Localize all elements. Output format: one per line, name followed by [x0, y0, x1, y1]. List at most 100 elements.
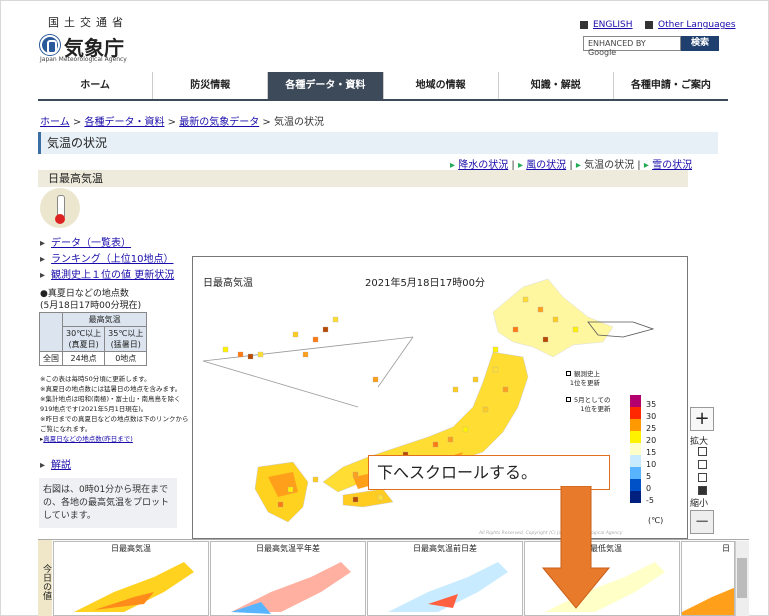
counts-title: ●真夏日などの地点数 — [40, 289, 129, 299]
temperature-map[interactable]: 日最高気温 2021年5月18日17時00分 観測史上 1位を更新 5月としての 1… — [192, 256, 688, 539]
nav-item-disaster[interactable]: 防災情報 — [153, 72, 269, 99]
nav-item-data[interactable]: 各種データ・資料 — [268, 72, 384, 99]
english-link-text[interactable]: ENGLISH — [593, 20, 633, 30]
station-marker — [552, 316, 559, 323]
nav-item-application[interactable]: 各種申請・ご案内 — [614, 72, 728, 99]
side-link-label[interactable]: データ（一覧表） — [51, 238, 131, 249]
side-link-label[interactable]: ランキング（上位10地点） — [51, 254, 173, 265]
notes: ※この表は毎時50分頃に更新します。 ※真夏日の地点数には猛暑日の地点を含みます… — [40, 374, 190, 444]
map-description: 右図は、0時01分から現在までの、各地の最高気温をプロットしています。 — [39, 478, 177, 528]
scale-label: 25 — [646, 424, 657, 433]
explain-link[interactable]: ▸ 解説 — [40, 456, 71, 471]
station-marker — [372, 376, 379, 383]
map-timestamp: 2021年5月18日17時00分 — [365, 278, 485, 289]
station-marker — [452, 386, 459, 393]
explain-link-label[interactable]: 解説 — [51, 460, 71, 471]
thumbnail-max-temp[interactable]: 日最高気温 — [53, 541, 209, 616]
other-languages-link[interactable]: Other Languages — [645, 20, 736, 30]
row-label: 全国 — [39, 351, 63, 366]
thumbnail-next[interactable]: 日 — [681, 541, 735, 616]
scale-swatch — [630, 395, 641, 407]
english-link[interactable]: ENGLISH — [580, 20, 633, 30]
zoom-in-button[interactable]: + — [690, 407, 714, 431]
breadcrumb: ホーム > 各種データ・資料 > 最新の気象データ > 気温の状況 — [40, 113, 324, 128]
scale-label: -5 — [646, 496, 654, 505]
legend-month-line2: 1位を更新 — [580, 405, 611, 413]
scale-swatch — [630, 479, 641, 491]
scale-label: 10 — [646, 460, 657, 469]
breadcrumb-latest[interactable]: 最新の気象データ — [179, 117, 259, 128]
thumbnail-max-temp-prev-day-diff[interactable]: 日最高気温前日差 — [367, 541, 523, 616]
breadcrumb-data[interactable]: 各種データ・資料 — [84, 117, 164, 128]
arrow-icon: ▸ — [40, 238, 46, 249]
search-input[interactable]: ENHANCED BY Google — [583, 36, 681, 57]
nav-item-region[interactable]: 地域の情報 — [384, 72, 499, 99]
zoom-level-box[interactable] — [698, 473, 707, 482]
thumbnail-caption: 日最高気温前日差 — [413, 544, 477, 553]
notes-link[interactable]: ▸真夏日などの地点数(昨日まで) — [40, 434, 190, 444]
nav-item-home[interactable]: ホーム — [38, 72, 154, 99]
side-link-label[interactable]: 観測史上１位の値 更新状況 — [51, 270, 174, 281]
logo-org-sub: Japan Meteorological Agency — [40, 56, 127, 63]
nav-item-knowledge[interactable]: 知識・解説 — [499, 72, 614, 99]
table-header-30: 30℃以上 (真夏日) — [61, 326, 106, 352]
value-35: 0地点 — [104, 351, 148, 366]
thumbnail-side-label: 今日の値 — [38, 540, 52, 616]
map-title: 日最高気温 — [203, 278, 253, 289]
station-marker — [222, 346, 229, 353]
breadcrumb-sep: > — [69, 117, 85, 128]
sub-links: ▸ 降水の状況 | ▸ 風の状況 | ▸ 気温の状況 | ▸ 雪の状況 — [450, 156, 692, 171]
search-button[interactable]: 検索 — [681, 36, 719, 51]
station-marker — [302, 351, 309, 358]
table-header-35: 35℃以上 (猛暑日) — [104, 326, 148, 352]
station-marker — [352, 496, 359, 503]
station-marker — [292, 331, 299, 338]
zoom-level-box[interactable] — [698, 486, 707, 495]
scrollbar-thumb[interactable] — [737, 558, 747, 598]
breadcrumb-home[interactable]: ホーム — [40, 117, 70, 128]
thumbnail-max-temp-normal-diff[interactable]: 日最高気温平年差 — [210, 541, 366, 616]
jma-logo-icon[interactable] — [40, 35, 60, 55]
side-link-ranking[interactable]: ▸ ランキング（上位10地点） — [40, 250, 173, 265]
station-marker — [247, 353, 254, 360]
color-scale — [630, 395, 641, 503]
station-marker — [572, 326, 579, 333]
scale-unit: (℃) — [648, 516, 664, 525]
station-marker — [322, 326, 329, 333]
counts-heading: ●真夏日などの地点数 (5月18日17時00分現在) — [40, 288, 141, 312]
scale-swatch — [630, 431, 641, 443]
zoom-in-label: 拡大 — [690, 437, 709, 447]
station-marker — [492, 346, 499, 353]
arrow-icon: ▸ — [40, 460, 46, 471]
station-marker — [492, 366, 499, 373]
legend-month-line1: 5月としての — [574, 396, 611, 404]
section-title: 日最高気温 — [38, 170, 688, 187]
station-marker — [237, 351, 244, 358]
zoom-out-button[interactable]: − — [690, 510, 714, 534]
note-line: ※この表は毎時50分頃に更新します。 — [40, 375, 151, 383]
side-link-data-table[interactable]: ▸ データ（一覧表） — [40, 234, 131, 249]
scale-label: 30 — [646, 412, 657, 421]
notes-link-label[interactable]: 真夏日などの地点数(昨日まで) — [43, 435, 133, 443]
zoom-level-box[interactable] — [698, 447, 707, 456]
scale-swatch — [630, 407, 641, 419]
down-arrow-icon — [541, 486, 611, 609]
station-marker — [332, 316, 339, 323]
station-marker — [377, 494, 384, 501]
station-marker — [287, 486, 294, 493]
side-link-record[interactable]: ▸ 観測史上１位の値 更新状況 — [40, 266, 174, 281]
zoom-level-box[interactable] — [698, 460, 707, 469]
header-line: (猛暑日) — [110, 340, 141, 349]
other-languages-link-text[interactable]: Other Languages — [658, 20, 736, 30]
scroll-callout: 下へスクロールする。 — [368, 455, 610, 490]
table-header-main: 最高気温 — [61, 312, 148, 327]
scale-label: 15 — [646, 448, 657, 457]
scale-label: 0 — [646, 484, 652, 493]
station-marker — [352, 471, 359, 478]
scale-label: 5 — [646, 472, 652, 481]
station-marker — [462, 426, 469, 433]
zoom-level-selector[interactable] — [698, 447, 708, 499]
nav-underline — [38, 99, 728, 101]
station-marker — [277, 501, 284, 508]
breadcrumb-sep: > — [164, 117, 180, 128]
